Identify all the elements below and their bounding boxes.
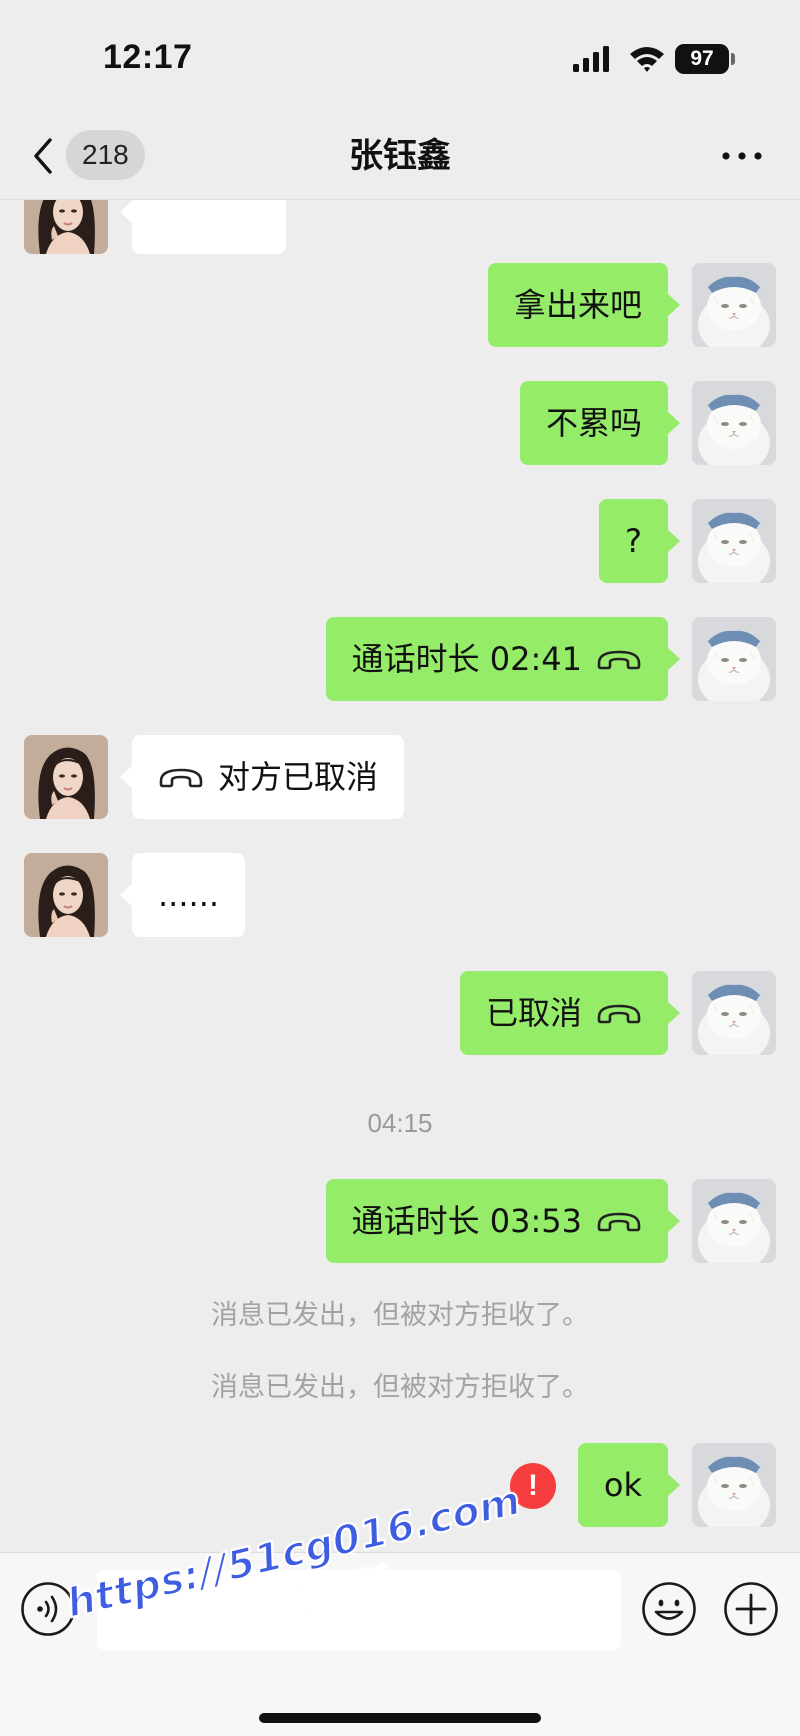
call-status-text: 对方已取消 (218, 758, 379, 796)
message-incoming: ...... (0, 853, 800, 939)
call-bubble[interactable]: 通话时长 03:53 (325, 1179, 681, 1263)
message-text: 拿出来吧 (513, 286, 642, 324)
my-avatar[interactable] (692, 499, 776, 583)
my-avatar[interactable] (692, 1443, 776, 1527)
battery-tip (731, 53, 735, 65)
message-text: ok (603, 1466, 642, 1504)
call-bubble[interactable]: 已取消 (459, 971, 681, 1055)
message-bubble[interactable]: ...... (119, 853, 246, 937)
message-bubble[interactable] (120, 200, 286, 254)
my-avatar[interactable] (692, 263, 776, 347)
message-outgoing-call: 已取消 (0, 971, 800, 1057)
call-status-text: 已取消 (485, 994, 582, 1032)
message-incoming (0, 200, 800, 256)
home-indicator[interactable] (259, 1713, 541, 1723)
message-outgoing-call: 通话时长 03:53 (0, 1179, 800, 1265)
more-options-icon[interactable] (720, 138, 764, 174)
phone-hangup-icon (596, 1208, 642, 1234)
message-outgoing-call: 通话时长 02:41 (0, 617, 800, 703)
plus-icon[interactable] (723, 1581, 779, 1637)
message-bubble[interactable]: ? (599, 499, 680, 583)
my-avatar[interactable] (692, 617, 776, 701)
emoji-icon[interactable] (641, 1581, 697, 1637)
system-notice: 消息已发出，但被对方拒收了。 (211, 1372, 589, 1403)
input-bar (0, 1552, 800, 1736)
my-avatar[interactable] (692, 381, 776, 465)
phone-hangup-icon (596, 1000, 642, 1026)
phone-hangup-icon (596, 646, 642, 672)
status-bar: 12:17 97 (0, 0, 800, 112)
battery-indicator: 97 (675, 44, 729, 74)
chat-message-list[interactable]: 拿出来吧 不累吗 ? 通话时长 02:41 对方已取消 ...... 已取消 0… (0, 200, 800, 1552)
chat-timestamp: 04:15 (367, 1108, 433, 1138)
battery-level: 97 (690, 47, 714, 70)
message-bubble[interactable]: 不累吗 (519, 381, 681, 465)
message-outgoing: 不累吗 (0, 381, 800, 467)
status-time: 12:17 (103, 38, 193, 76)
call-bubble[interactable]: 对方已取消 (119, 735, 405, 819)
voice-icon[interactable] (20, 1581, 76, 1637)
message-input[interactable] (97, 1570, 621, 1650)
contact-avatar[interactable] (24, 200, 108, 254)
call-duration-text: 通话时长 03:53 (351, 1202, 582, 1240)
contact-avatar[interactable] (24, 853, 108, 937)
system-notice: 消息已发出，但被对方拒收了。 (211, 1300, 589, 1331)
unread-count-badge[interactable]: 218 (66, 130, 145, 180)
my-avatar[interactable] (692, 971, 776, 1055)
message-text: ? (625, 522, 642, 560)
back-chevron-icon[interactable] (28, 132, 60, 180)
message-bubble[interactable]: ok (577, 1443, 681, 1527)
wifi-icon (630, 47, 664, 72)
my-avatar[interactable] (692, 1179, 776, 1263)
message-bubble[interactable]: 拿出来吧 (487, 263, 681, 347)
send-failed-icon[interactable]: ! (510, 1463, 556, 1509)
message-outgoing: 拿出来吧 (0, 263, 800, 349)
nav-bar: 张钰鑫 218 (0, 112, 800, 200)
message-incoming-call: 对方已取消 (0, 735, 800, 821)
message-outgoing: ? (0, 499, 800, 585)
message-text: 不累吗 (545, 404, 642, 442)
phone-hangup-icon (158, 764, 204, 790)
message-outgoing-failed: ! ok (0, 1443, 800, 1529)
contact-avatar[interactable] (24, 735, 108, 819)
signal-icon (573, 46, 609, 72)
call-bubble[interactable]: 通话时长 02:41 (325, 617, 681, 701)
message-text: ...... (158, 876, 220, 914)
call-duration-text: 通话时长 02:41 (351, 640, 582, 678)
